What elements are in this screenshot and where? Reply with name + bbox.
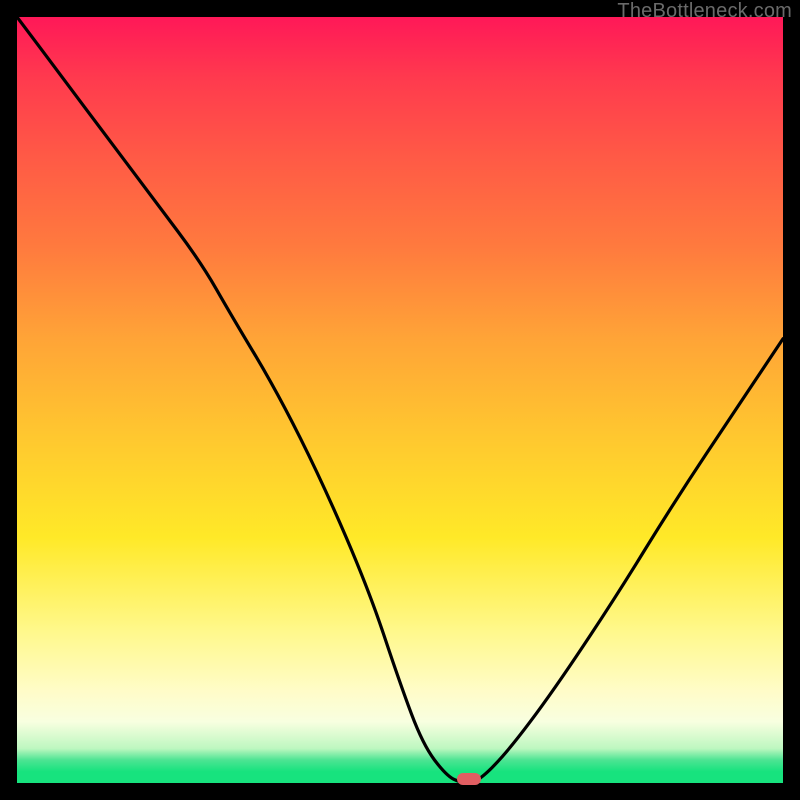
optimal-point-marker — [457, 773, 481, 785]
bottleneck-curve — [17, 17, 783, 783]
chart-frame — [17, 17, 783, 783]
